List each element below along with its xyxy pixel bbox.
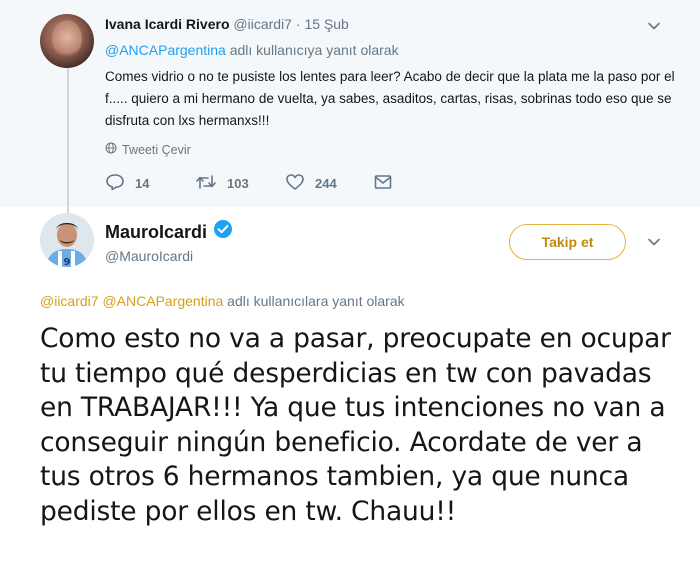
direct-message-button[interactable]	[373, 172, 393, 194]
author-name[interactable]: Ivana Icardi Rivero	[105, 16, 230, 32]
tweet-text: Como esto no va a pasar, preocupate en o…	[40, 323, 671, 527]
mention-link[interactable]: @iicardi7	[40, 293, 99, 309]
reply-context: @iicardi7 @ANCAPargentina adlı kullanıcı…	[40, 292, 405, 310]
mention-link[interactable]: @ANCAPargentina	[105, 42, 226, 58]
chevron-down-icon[interactable]	[647, 19, 661, 33]
thread-connector-line	[67, 63, 69, 215]
reply-context-label: adlı kullanıcıya yanıt olarak	[225, 42, 399, 58]
avatar[interactable]	[40, 14, 94, 68]
like-count: 244	[315, 175, 337, 191]
avatar[interactable]: 9	[40, 213, 94, 267]
chevron-down-icon[interactable]	[647, 235, 661, 249]
tweet-text: Comes vidrio o no te pusiste los lentes …	[105, 69, 675, 128]
reply-tweet[interactable]: Ivana Icardi Rivero @iicardi7 · 15 Şub @…	[0, 0, 700, 215]
globe-icon	[105, 142, 117, 158]
envelope-icon	[373, 173, 393, 194]
translate-tweet-link[interactable]: Tweeti Çevir	[105, 142, 191, 158]
follow-button[interactable]: Takip et	[509, 224, 626, 260]
reply-context-label: adlı kullanıcılara yanıt olarak	[223, 293, 405, 309]
author-name-row: MauroIcardi	[105, 219, 233, 244]
heart-icon	[285, 173, 305, 194]
separator-dot: ·	[295, 16, 301, 32]
mention-link[interactable]: @ANCAPargentina	[102, 293, 223, 309]
svg-text:9: 9	[64, 257, 71, 267]
reply-context: @ANCAPargentina adlı kullanıcıya yanıt o…	[105, 41, 399, 59]
translate-label: Tweeti Çevir	[122, 143, 191, 157]
retweet-icon	[195, 173, 217, 194]
author-name[interactable]: MauroIcardi	[105, 221, 207, 243]
verified-badge-icon	[213, 219, 233, 244]
reply-button[interactable]: 14	[105, 172, 149, 194]
author-handle[interactable]: @iicardi7	[233, 16, 292, 32]
reply-icon	[105, 173, 125, 194]
like-button[interactable]: 244	[285, 172, 337, 194]
retweet-button[interactable]: 103	[195, 172, 249, 194]
reply-tweet-header: Ivana Icardi Rivero @iicardi7 · 15 Şub	[105, 15, 349, 33]
reply-count: 14	[135, 175, 150, 191]
retweet-count: 103	[227, 175, 249, 191]
timestamp[interactable]: 15 Şub	[304, 16, 348, 32]
author-handle[interactable]: @MauroIcardi	[105, 247, 193, 265]
